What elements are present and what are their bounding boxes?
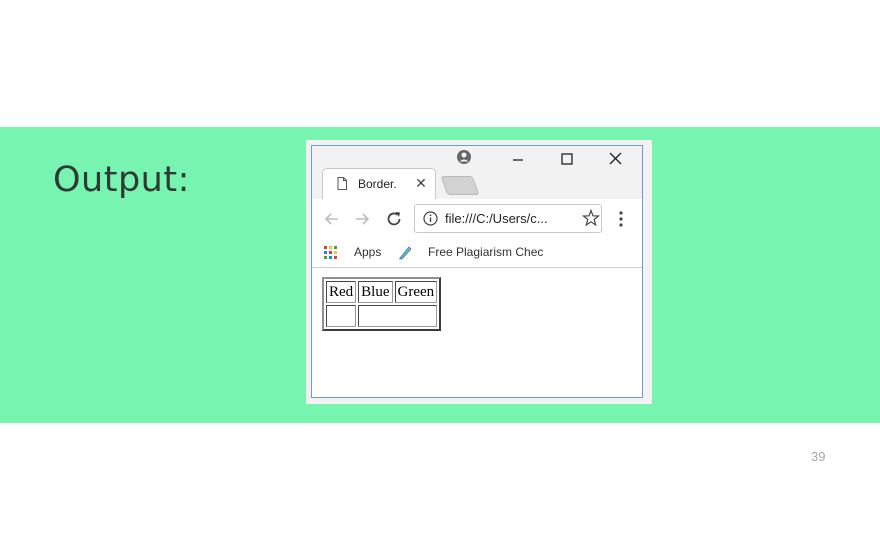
browser-toolbar: file:///C:/Users/c... (312, 199, 642, 243)
new-tab-button[interactable] (440, 176, 480, 195)
page-icon (337, 177, 347, 190)
table-cell (358, 305, 438, 327)
table-cell: Green (394, 281, 438, 303)
table-cell: Red (326, 281, 357, 303)
table-row: Red Blue Green (326, 281, 438, 303)
browser-tab[interactable]: Border. ✕ (322, 168, 436, 199)
slide-title: Output: (53, 160, 190, 200)
menu-icon[interactable] (617, 209, 625, 229)
profile-icon[interactable] (456, 149, 472, 165)
address-bar[interactable]: file:///C:/Users/c... (414, 204, 602, 233)
browser-window: Border. ✕ file:///C:/Users/c... Apps Fre… (311, 145, 643, 398)
tab-close-icon[interactable]: ✕ (413, 175, 429, 192)
apps-bookmark[interactable]: Apps (354, 245, 381, 259)
tab-title: Border. (358, 177, 397, 191)
minimize-icon[interactable] (507, 150, 529, 168)
bookmarks-bar: Apps Free Plagiarism Chec (312, 240, 642, 268)
maximize-icon[interactable] (556, 150, 578, 168)
slide-page-number: 39 (811, 449, 826, 464)
close-icon[interactable] (605, 150, 627, 168)
table-cell (326, 305, 357, 327)
apps-grid-icon[interactable] (324, 246, 338, 260)
bookmark-icon (399, 246, 412, 260)
star-icon[interactable] (582, 209, 600, 227)
info-icon[interactable] (423, 211, 438, 226)
back-icon[interactable] (322, 209, 342, 229)
table-cell: Blue (358, 281, 393, 303)
url-text: file:///C:/Users/c... (445, 211, 548, 226)
plagiarism-bookmark[interactable]: Free Plagiarism Chec (428, 245, 548, 259)
table-row (326, 305, 438, 327)
page-content: Red Blue Green (312, 268, 642, 397)
forward-icon[interactable] (352, 209, 372, 229)
reload-icon[interactable] (384, 209, 404, 229)
browser-titlebar: Border. ✕ (312, 146, 642, 199)
demo-table: Red Blue Green (322, 277, 442, 331)
